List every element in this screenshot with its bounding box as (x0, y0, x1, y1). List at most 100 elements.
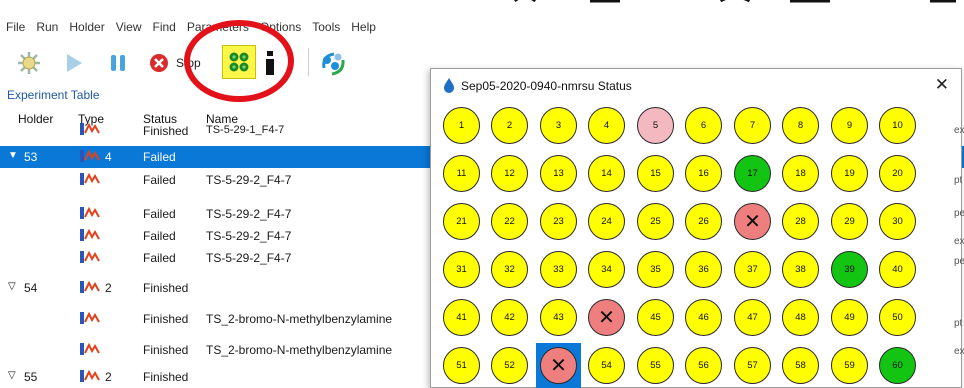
close-icon[interactable]: ✕ (935, 75, 949, 95)
sample-slot-14[interactable]: 14 (588, 155, 625, 192)
sample-slot-34[interactable]: 34 (588, 251, 625, 288)
expand-toggle[interactable]: ▼ (8, 150, 18, 161)
holder-number: 55 (24, 370, 38, 384)
sample-slot-43[interactable]: 43 (540, 299, 577, 336)
sample-slot-53[interactable]: ✕ (540, 347, 577, 384)
sample-slot-8[interactable]: 8 (782, 107, 819, 144)
sample-slot-28[interactable]: 28 (782, 203, 819, 240)
sample-slot-56[interactable]: 56 (685, 347, 722, 384)
sample-slot-40[interactable]: 40 (879, 251, 916, 288)
sample-slot-16[interactable]: 16 (685, 155, 722, 192)
sample-slot-25[interactable]: 25 (637, 203, 674, 240)
sample-slot-27[interactable]: ✕ (734, 203, 771, 240)
sample-slot-2[interactable]: 2 (491, 107, 528, 144)
run-button[interactable] (60, 48, 88, 78)
sample-slot-47[interactable]: 47 (734, 299, 771, 336)
experiment-type-icon (80, 123, 100, 135)
sample-slot-32[interactable]: 32 (491, 251, 528, 288)
sample-slot-48[interactable]: 48 (782, 299, 819, 336)
sample-slot-7[interactable]: 7 (734, 107, 771, 144)
slot-number: 45 (650, 312, 661, 323)
sample-slot-38[interactable]: 38 (782, 251, 819, 288)
menu-holder[interactable]: Holder (69, 20, 104, 34)
experiment-type-icon (80, 150, 100, 162)
sample-slot-51[interactable]: 51 (443, 347, 480, 384)
sample-slot-9[interactable]: 9 (831, 107, 868, 144)
sample-slot-5[interactable]: 5 (637, 107, 674, 144)
sample-slot-23[interactable]: 23 (540, 203, 577, 240)
slot-number: 51 (456, 360, 467, 371)
failed-x-icon: ✕ (550, 354, 567, 377)
sample-slot-30[interactable]: 30 (879, 203, 916, 240)
expand-toggle[interactable]: ▽ (8, 281, 16, 292)
sample-slot-59[interactable]: 59 (831, 347, 868, 384)
sample-slot-19[interactable]: 19 (831, 155, 868, 192)
sample-slot-20[interactable]: 20 (879, 155, 916, 192)
holder-number: 54 (24, 281, 38, 295)
sample-slot-31[interactable]: 31 (443, 251, 480, 288)
sample-slot-21[interactable]: 21 (443, 203, 480, 240)
slot-number: 6 (700, 120, 707, 131)
sample-slot-17[interactable]: 17 (734, 155, 771, 192)
sample-slot-37[interactable]: 37 (734, 251, 771, 288)
sample-slot-13[interactable]: 13 (540, 155, 577, 192)
menu-find[interactable]: Find (153, 20, 176, 34)
experiment-type-icon (80, 207, 100, 219)
slot-number: 7 (749, 120, 756, 131)
molecule-button[interactable] (316, 48, 350, 78)
dialog-title-bar[interactable]: Sep05-2020-0940-nmrsu Status ✕ (431, 69, 961, 101)
sample-slot-41[interactable]: 41 (443, 299, 480, 336)
slot-number: 49 (844, 312, 855, 323)
sample-slot-60[interactable]: 60 (879, 347, 916, 384)
sample-slot-39[interactable]: 39 (831, 251, 868, 288)
slot-number: 46 (698, 312, 709, 323)
sample-slot-49[interactable]: 49 (831, 299, 868, 336)
slot-number: 22 (504, 216, 515, 227)
menu-run[interactable]: Run (36, 20, 58, 34)
sample-slot-3[interactable]: 3 (540, 107, 577, 144)
menu-view[interactable]: View (116, 20, 142, 34)
slot-number: 25 (650, 216, 661, 227)
slot-number: 54 (601, 360, 612, 371)
sample-slot-52[interactable]: 52 (491, 347, 528, 384)
sample-slot-57[interactable]: 57 (734, 347, 771, 384)
expand-toggle[interactable]: ▽ (8, 370, 16, 381)
status-cell: Failed (143, 251, 176, 265)
sample-slot-10[interactable]: 10 (879, 107, 916, 144)
slot-number: 23 (553, 216, 564, 227)
sample-slot-12[interactable]: 12 (491, 155, 528, 192)
sample-slot-11[interactable]: 11 (443, 155, 480, 192)
sample-slot-55[interactable]: 55 (637, 347, 674, 384)
sample-slot-29[interactable]: 29 (831, 203, 868, 240)
sample-slot-4[interactable]: 4 (588, 107, 625, 144)
sample-slot-24[interactable]: 24 (588, 203, 625, 240)
sample-slot-6[interactable]: 6 (685, 107, 722, 144)
menu-help[interactable]: Help (351, 20, 376, 34)
sample-slot-58[interactable]: 58 (782, 347, 819, 384)
sample-slot-45[interactable]: 45 (637, 299, 674, 336)
menu-tools[interactable]: Tools (312, 20, 340, 34)
sample-slot-46[interactable]: 46 (685, 299, 722, 336)
sample-slot-50[interactable]: 50 (879, 299, 916, 336)
slot-number: 32 (504, 264, 515, 275)
sample-slot-44[interactable]: ✕ (588, 299, 625, 336)
sample-slot-54[interactable]: 54 (588, 347, 625, 384)
sample-slot-26[interactable]: 26 (685, 203, 722, 240)
sample-slot-33[interactable]: 33 (540, 251, 577, 288)
settings-button[interactable] (14, 48, 44, 78)
pause-button[interactable] (104, 48, 132, 78)
sample-slot-42[interactable]: 42 (491, 299, 528, 336)
sample-slot-18[interactable]: 18 (782, 155, 819, 192)
slot-number: 43 (553, 312, 564, 323)
sample-slot-22[interactable]: 22 (491, 203, 528, 240)
sample-slot-1[interactable]: 1 (443, 107, 480, 144)
menu-file[interactable]: File (6, 20, 25, 34)
sample-slot-36[interactable]: 36 (685, 251, 722, 288)
sample-slot-15[interactable]: 15 (637, 155, 674, 192)
sample-slot-35[interactable]: 35 (637, 251, 674, 288)
pause-icon (111, 55, 125, 71)
experiment-type-icon (80, 229, 100, 241)
holder-number: 53 (24, 150, 38, 164)
slot-number: 18 (795, 168, 806, 179)
slot-number: 47 (747, 312, 758, 323)
